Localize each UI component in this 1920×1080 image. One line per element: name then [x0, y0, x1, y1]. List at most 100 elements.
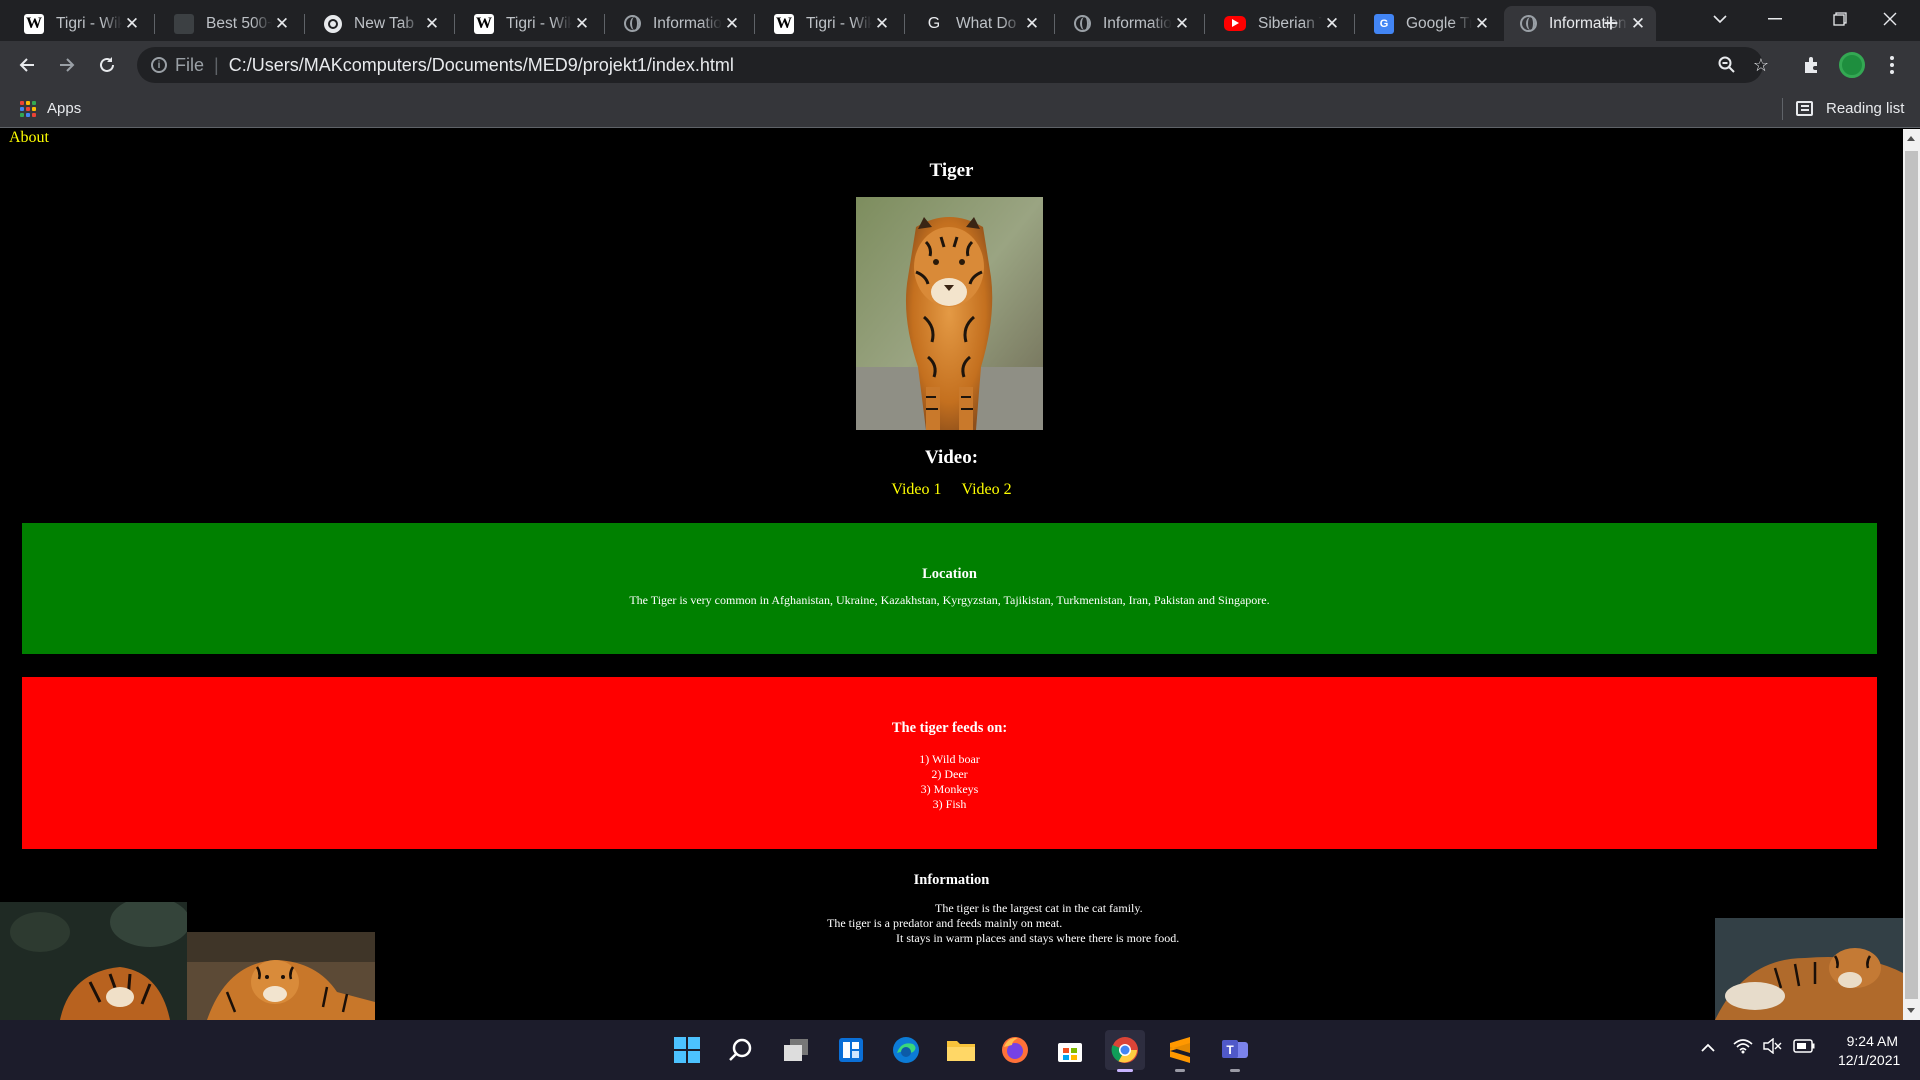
- show-hidden-icons-chevron-icon[interactable]: [1700, 1040, 1716, 1057]
- teams-icon[interactable]: T: [1215, 1030, 1255, 1072]
- image-site-icon: [174, 13, 194, 34]
- location-text: The Tiger is very common in Afghanistan,…: [629, 593, 1270, 607]
- new-tab-button[interactable]: +: [1596, 8, 1626, 38]
- tab-separator: [304, 14, 305, 34]
- search-icon[interactable]: [721, 1030, 761, 1070]
- svg-text:T: T: [1226, 1043, 1234, 1057]
- menu-button[interactable]: [1876, 49, 1908, 81]
- reload-button[interactable]: [91, 49, 123, 81]
- browser-tab[interactable]: Information✕: [608, 6, 750, 41]
- tab-separator: [1054, 14, 1055, 34]
- back-arrow-icon: [19, 58, 34, 72]
- bookmarks-divider: [1782, 98, 1783, 120]
- close-tab-icon[interactable]: ✕: [722, 14, 742, 34]
- close-tab-icon[interactable]: ✕: [872, 14, 892, 34]
- forward-arrow-icon: [60, 58, 75, 72]
- address-bar[interactable]: i File | C:/Users/MAKcomputers/Documents…: [137, 47, 1769, 83]
- browser-tab[interactable]: G Google Tr ✕: [1358, 6, 1500, 41]
- zoom-icon[interactable]: [1717, 55, 1737, 75]
- scroll-up-icon[interactable]: [1907, 136, 1915, 141]
- close-tab-icon[interactable]: ✕: [1322, 14, 1342, 34]
- diet-section: The tiger feeds on: 1) Wild boar 2) Deer…: [22, 677, 1877, 849]
- forward-button[interactable]: [51, 49, 83, 81]
- tab-title: Google Tr: [1406, 14, 1472, 32]
- apps-grid-icon[interactable]: [20, 101, 36, 117]
- video-2-link[interactable]: Video 2: [962, 481, 1012, 498]
- site-info-icon[interactable]: i: [151, 57, 167, 73]
- about-link[interactable]: About: [9, 129, 49, 147]
- running-app-indicator: [1230, 1069, 1240, 1072]
- scroll-down-icon[interactable]: [1907, 1008, 1915, 1013]
- edge-icon[interactable]: [886, 1030, 926, 1070]
- reading-list-button[interactable]: Reading list: [1826, 100, 1904, 117]
- browser-tab[interactable]: Information✕: [1058, 6, 1200, 41]
- close-tab-icon[interactable]: ✕: [1628, 14, 1648, 34]
- page-scrollbar[interactable]: [1903, 129, 1920, 1020]
- wikipedia-icon: W: [474, 13, 494, 34]
- back-button[interactable]: [11, 49, 43, 81]
- browser-tab[interactable]: New Tab ✕: [308, 6, 450, 41]
- tab-separator: [904, 14, 905, 34]
- chrome-icon[interactable]: [1105, 1030, 1145, 1072]
- avatar: [1839, 52, 1865, 78]
- sublime-text-icon[interactable]: [1160, 1030, 1200, 1072]
- browser-tab[interactable]: G What Do ✕: [908, 6, 1050, 41]
- browser-tab[interactable]: W Tigri - Wikipedia✕: [8, 6, 150, 41]
- tab-separator: [754, 14, 755, 34]
- scrollbar-thumb[interactable]: [1905, 151, 1918, 999]
- browser-tab[interactable]: Siberian T ✕: [1208, 6, 1350, 41]
- close-tab-icon[interactable]: ✕: [272, 14, 292, 34]
- close-tab-icon[interactable]: ✕: [572, 14, 592, 34]
- close-window-icon[interactable]: [1876, 8, 1904, 30]
- close-tab-icon[interactable]: ✕: [1172, 14, 1192, 34]
- restore-icon[interactable]: [1826, 8, 1854, 30]
- minimize-icon[interactable]: [1761, 8, 1789, 30]
- diet-item: 3) Monkeys: [920, 782, 979, 796]
- store-icon[interactable]: [1050, 1030, 1090, 1070]
- tab-separator: [1204, 14, 1205, 34]
- start-icon[interactable]: [667, 1030, 707, 1070]
- youtube-icon: [1224, 16, 1246, 31]
- close-tab-icon[interactable]: ✕: [122, 14, 142, 34]
- widgets-icon[interactable]: [831, 1030, 871, 1070]
- close-tab-icon[interactable]: ✕: [422, 14, 442, 34]
- chrome-icon: [324, 14, 342, 33]
- wifi-icon[interactable]: [1733, 1038, 1753, 1058]
- tiger-resting-photo: [1715, 918, 1903, 1020]
- url-text[interactable]: C:/Users/MAKcomputers/Documents/MED9/pro…: [229, 55, 734, 76]
- apps-bookmark[interactable]: Apps: [47, 100, 81, 117]
- firefox-icon[interactable]: [995, 1030, 1035, 1070]
- close-tab-icon[interactable]: ✕: [1472, 14, 1492, 34]
- video-1-link[interactable]: Video 1: [891, 481, 941, 498]
- location-heading: Location: [922, 566, 977, 582]
- close-tab-icon[interactable]: ✕: [1022, 14, 1042, 34]
- tab-title: Information: [653, 14, 722, 32]
- extensions-button[interactable]: [1796, 49, 1828, 81]
- volume-muted-icon[interactable]: [1762, 1037, 1782, 1058]
- video-links: Video 1 Video 2: [0, 481, 1903, 499]
- tab-title: Information: [1103, 14, 1172, 32]
- globe-icon: [624, 15, 641, 32]
- diet-heading: The tiger feeds on:: [891, 720, 1008, 736]
- battery-icon[interactable]: [1793, 1039, 1815, 1057]
- browser-tab[interactable]: W Tigri - Wikipedia✕: [458, 6, 600, 41]
- page-viewport: About Tiger Video: Video 1 Video 2 Locat…: [0, 129, 1903, 1020]
- tab-title: Tigri - Wikipedia: [806, 14, 872, 32]
- wikipedia-icon: W: [24, 13, 44, 34]
- profile-button[interactable]: [1836, 49, 1868, 81]
- diet-list: 1) Wild boar 2) Deer 3) Monkeys 3) Fish: [22, 752, 1877, 812]
- browser-tab[interactable]: Information✕: [1504, 6, 1656, 41]
- bookmark-star-icon[interactable]: ☆: [1751, 55, 1771, 75]
- system-clock[interactable]: 9:24 AM 12/1/2021: [1838, 1032, 1900, 1070]
- task-view-icon[interactable]: [776, 1030, 816, 1070]
- information-heading: Information: [913, 872, 990, 888]
- browser-toolbar: i File | C:/Users/MAKcomputers/Documents…: [0, 41, 1920, 90]
- reading-list-icon[interactable]: [1796, 101, 1813, 116]
- wikipedia-icon: W: [774, 13, 794, 34]
- browser-tab[interactable]: W Tigri - Wikipedia✕: [758, 6, 900, 41]
- bookmarks-bar: Apps Reading list: [0, 90, 1920, 128]
- tab-separator: [454, 14, 455, 34]
- file-explorer-icon[interactable]: [941, 1030, 981, 1070]
- browser-tab[interactable]: Best 500+ ✕: [158, 6, 300, 41]
- tab-search-chevron-icon[interactable]: [1706, 8, 1734, 30]
